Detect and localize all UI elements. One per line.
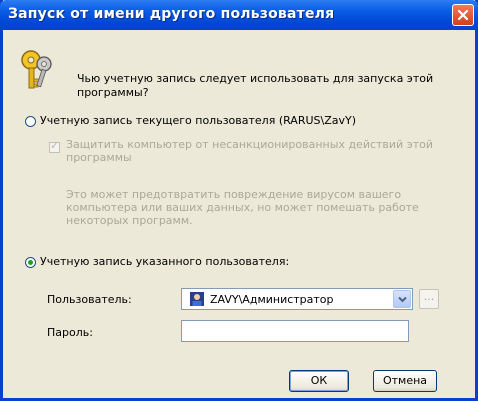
protection-note: Это может предотвратить повреждение виру… [66, 188, 419, 227]
browse-users-button[interactable]: ... [419, 289, 439, 309]
current-user-radio[interactable] [25, 116, 36, 127]
user-dropdown-button[interactable] [393, 290, 411, 308]
specified-user-label[interactable]: Учетную запись указанного пользователя: [40, 255, 289, 268]
cancel-button[interactable]: Отмена [373, 370, 437, 392]
user-label: Пользователь: [47, 293, 132, 306]
protect-computer-label: Защитить компьютер от несанкционированны… [66, 138, 434, 164]
prompt-question: Чью учетную запись следует использовать … [77, 72, 434, 99]
current-user-label[interactable]: Учетную запись текущего пользователя (RA… [40, 114, 356, 127]
keys-icon [21, 50, 52, 89]
ok-button[interactable]: ОК [289, 370, 349, 392]
user-value: ZAVY\Администратор [210, 293, 334, 306]
user-account-icon [190, 292, 204, 306]
chevron-down-icon [398, 296, 407, 303]
title-bar: Запуск от имени другого пользователя [0, 0, 478, 30]
window-title: Запуск от имени другого пользователя [8, 6, 335, 22]
run-as-dialog: Запуск от имени другого пользователя Чью… [0, 0, 478, 401]
protect-computer-checkbox[interactable] [49, 139, 60, 153]
user-combobox[interactable]: ZAVY\Администратор [181, 288, 413, 310]
password-field[interactable] [181, 320, 409, 342]
dialog-body: Чью учетную запись следует использовать … [3, 30, 475, 398]
specified-user-radio[interactable] [25, 257, 36, 268]
close-button[interactable] [452, 4, 474, 26]
close-icon [457, 9, 469, 21]
password-label: Пароль: [47, 326, 93, 339]
